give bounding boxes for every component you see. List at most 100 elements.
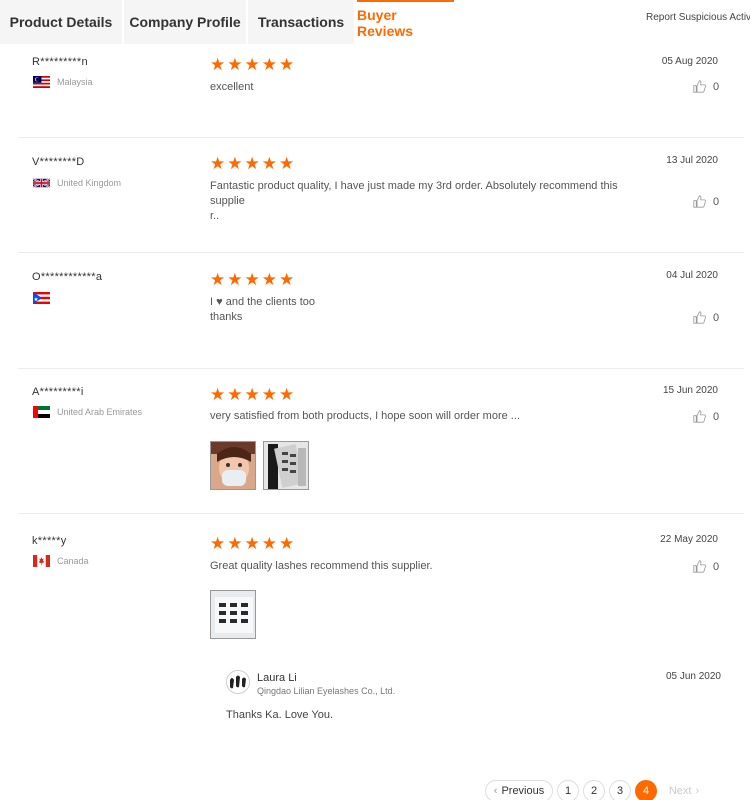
- star-icon: ★: [261, 55, 277, 74]
- star-icon: ★: [261, 385, 277, 404]
- like-button[interactable]: 0: [693, 80, 719, 93]
- like-count: 0: [713, 195, 720, 208]
- uk-flag-icon: [33, 177, 50, 189]
- reviewer-country: United Arab Emirates: [33, 406, 142, 418]
- like-count: 0: [713, 80, 720, 93]
- like-count: 0: [713, 560, 720, 573]
- divider: [18, 368, 744, 369]
- supplier-company: Qingdao Lilian Eyelashes Co., Ltd.: [257, 686, 396, 696]
- reply-text: Thanks Ka. Love You.: [226, 709, 334, 721]
- review-photo[interactable]: [210, 590, 256, 639]
- thumbs-up-icon: [693, 410, 706, 423]
- star-icon: ★: [261, 270, 277, 289]
- tab-product-details[interactable]: Product Details: [0, 0, 122, 44]
- reviewer-country: United Kingdom: [33, 177, 121, 189]
- reviewer-name: A*********i: [32, 386, 84, 398]
- like-count: 0: [713, 311, 720, 324]
- star-icon: ★: [279, 534, 295, 553]
- previous-label: Previous: [501, 785, 545, 797]
- page-button-current[interactable]: 4: [635, 780, 657, 800]
- page-button[interactable]: 2: [583, 780, 605, 800]
- reviewer-name: k*****y: [32, 535, 67, 547]
- heart-icon: ♥: [216, 296, 223, 308]
- like-button[interactable]: 0: [693, 311, 719, 324]
- previous-page-button[interactable]: ‹ Previous: [485, 780, 553, 800]
- star-rating: ★ ★ ★ ★ ★: [210, 56, 294, 73]
- reviewer-name: V********D: [32, 156, 85, 168]
- country-label: United Kingdom: [57, 178, 122, 188]
- review-date: 05 Aug 2020: [661, 56, 718, 67]
- review-photo[interactable]: [210, 441, 256, 490]
- star-icon: ★: [227, 154, 243, 173]
- pagination: ‹ Previous 1 2 3 4 Next ›: [485, 780, 707, 800]
- star-icon: ★: [210, 270, 226, 289]
- star-icon: ★: [210, 385, 226, 404]
- review-photos: [210, 590, 256, 639]
- review-text: Fantastic product quality, I have just m…: [210, 179, 650, 224]
- star-icon: ★: [210, 534, 226, 553]
- review-date: 04 Jul 2020: [666, 270, 718, 281]
- review-photo[interactable]: [263, 441, 309, 490]
- review-text-fragment: and the clients too: [225, 296, 316, 308]
- review-text: excellent: [210, 80, 650, 95]
- tab-bar: Product Details Company Profile Transact…: [0, 0, 750, 44]
- report-suspicious-activity-link[interactable]: Report Suspicious Activity: [646, 12, 750, 23]
- star-rating: ★ ★ ★ ★ ★: [210, 535, 294, 552]
- like-button[interactable]: 0: [693, 195, 719, 208]
- star-icon: ★: [279, 385, 295, 404]
- review-photos: [210, 441, 309, 490]
- reviewer-country: [33, 292, 50, 304]
- star-icon: ★: [244, 55, 260, 74]
- star-rating: ★ ★ ★ ★ ★: [210, 386, 294, 403]
- review-date: 22 May 2020: [660, 534, 718, 545]
- chevron-left-icon: ‹: [493, 785, 498, 797]
- country-label: Malaysia: [57, 77, 93, 87]
- star-icon: ★: [244, 385, 260, 404]
- review-text: very satisfied from both products, I hop…: [210, 409, 650, 424]
- star-rating: ★ ★ ★ ★ ★: [210, 155, 294, 172]
- star-icon: ★: [210, 55, 226, 74]
- star-icon: ★: [210, 154, 226, 173]
- tab-buyer-reviews[interactable]: Buyer Reviews: [357, 0, 454, 44]
- star-icon: ★: [261, 534, 277, 553]
- star-icon: ★: [227, 385, 243, 404]
- star-icon: ★: [227, 534, 243, 553]
- reviewer-country: Malaysia: [33, 76, 93, 88]
- star-icon: ★: [244, 534, 260, 553]
- tab-transactions[interactable]: Transactions: [248, 0, 354, 44]
- next-label: Next: [668, 785, 692, 797]
- thumbs-up-icon: [693, 560, 706, 573]
- chevron-right-icon: ›: [695, 785, 700, 797]
- thumbs-up-icon: [693, 80, 706, 93]
- star-icon: ★: [279, 55, 295, 74]
- star-icon: ★: [227, 55, 243, 74]
- review-text-line: excellent: [210, 81, 254, 93]
- reviewer-name: R*********n: [32, 56, 88, 68]
- reviewer-country: Canada: [33, 555, 89, 567]
- review-text-line: thanks: [210, 311, 243, 323]
- review-date: 15 Jun 2020: [662, 385, 718, 396]
- review-text: I ♥ and the clients too thanks: [210, 295, 650, 325]
- review-text-line: very satisfied from both products, I hop…: [210, 410, 520, 422]
- page-button[interactable]: 1: [557, 780, 579, 800]
- like-button[interactable]: 0: [693, 410, 719, 423]
- page-button[interactable]: 3: [609, 780, 631, 800]
- star-icon: ★: [261, 154, 277, 173]
- star-icon: ★: [244, 270, 260, 289]
- star-icon: ★: [279, 154, 295, 173]
- review-date: 13 Jul 2020: [666, 155, 718, 166]
- supplier-name: Laura Li: [257, 672, 297, 684]
- canada-flag-icon: [33, 555, 50, 567]
- review-text-line: Fantastic product quality, I have just m…: [210, 180, 618, 207]
- star-icon: ★: [227, 270, 243, 289]
- like-button[interactable]: 0: [693, 560, 719, 573]
- like-count: 0: [713, 410, 720, 423]
- review-text-line: r..: [210, 210, 220, 222]
- reply-date: 05 Jun 2020: [665, 671, 721, 682]
- thumbs-up-icon: [693, 195, 706, 208]
- country-label: Canada: [57, 556, 89, 566]
- review-text-line: Great quality lashes recommend this supp…: [210, 560, 433, 572]
- tab-company-profile[interactable]: Company Profile: [124, 0, 246, 44]
- next-page-button[interactable]: Next ›: [661, 780, 707, 800]
- star-icon: ★: [244, 154, 260, 173]
